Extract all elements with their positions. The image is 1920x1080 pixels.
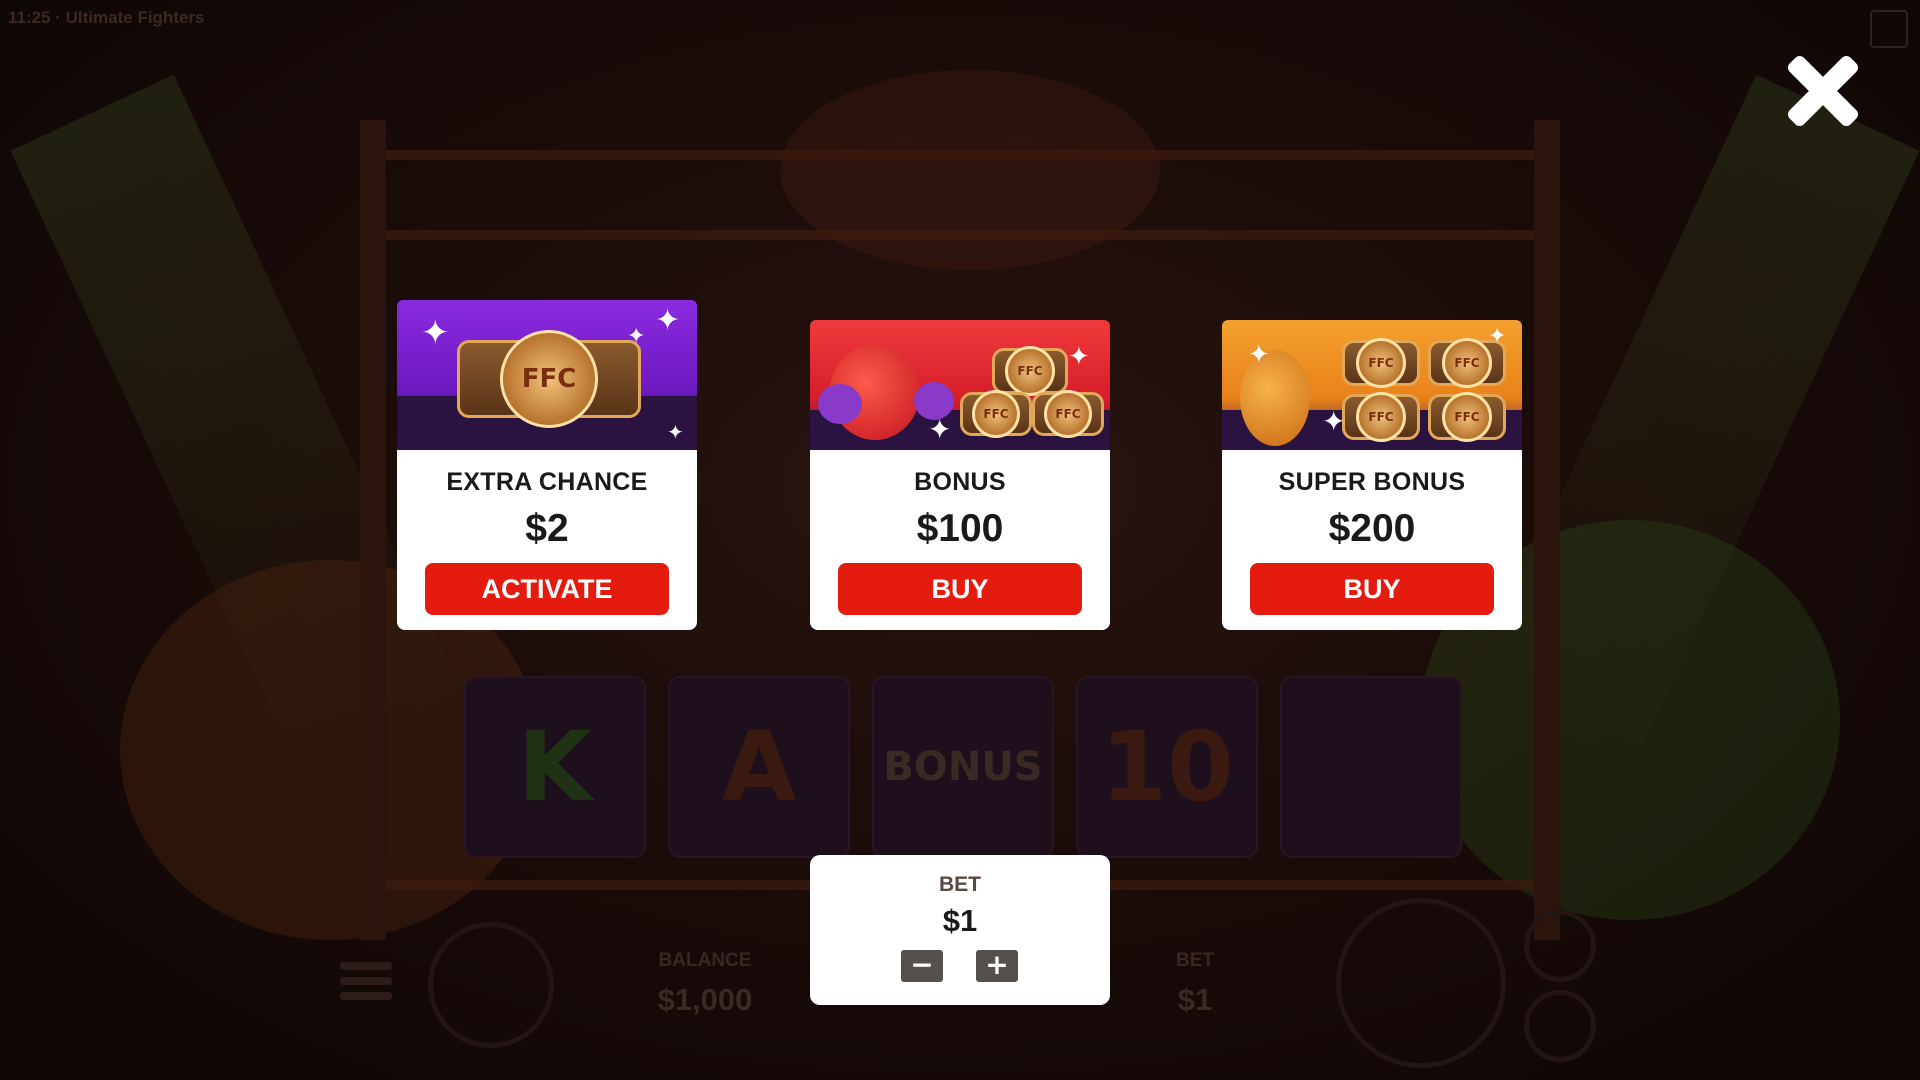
fullscreen-icon[interactable] — [1870, 10, 1908, 48]
offer-art: FFC FFC FFC FFC ✦ ✦ ✦ — [1222, 320, 1522, 450]
reel-symbol — [1280, 676, 1462, 858]
bet-value: $1 — [942, 903, 978, 938]
balance-value: $1,000 — [657, 982, 753, 1017]
belt-plate: FFC — [1044, 390, 1092, 438]
offer-card-bonus: FFC FFC FFC ✦ ✦ BONUS $100 BUY — [810, 320, 1110, 630]
turbo-icon[interactable] — [1524, 990, 1596, 1062]
bet-panel: BET $1 − + — [810, 855, 1110, 1005]
offer-name: EXTRA CHANCE — [446, 468, 648, 496]
championship-belt: FFC — [1342, 338, 1420, 388]
sparkle-icon: ✦ — [1068, 342, 1090, 372]
reel-symbol: 10 — [1076, 676, 1258, 858]
belt-plate: FFC — [1005, 346, 1055, 396]
sparkle-icon: ✦ — [1488, 324, 1507, 349]
activate-button[interactable]: ACTIVATE — [425, 563, 669, 615]
sparkle-icon: ✦ — [627, 324, 646, 349]
spin-button[interactable] — [1336, 898, 1506, 1068]
decrease-bet-button[interactable]: − — [901, 950, 943, 982]
ring-rope — [380, 230, 1540, 240]
balance-label: BALANCE — [658, 950, 752, 971]
championship-belt: FFC — [1428, 392, 1506, 442]
buy-bonus-button[interactable]: BUY — [838, 563, 1082, 615]
bet-label: BET — [939, 873, 981, 896]
belt-plate: FFC — [1442, 392, 1492, 442]
offer-card-super-bonus: FFC FFC FFC FFC ✦ ✦ ✦ SUPER BONUS $200 B… — [1222, 320, 1522, 630]
sparkle-icon: ✦ — [421, 313, 450, 353]
ring-post — [360, 120, 386, 940]
ring-post — [1534, 120, 1560, 940]
championship-belt: FFC — [1032, 390, 1104, 438]
belt-plate: FFC — [972, 390, 1020, 438]
bet-label-bg: BET — [1176, 950, 1214, 971]
championship-belt: FFC — [1342, 392, 1420, 442]
offer-art: FFC FFC FFC ✦ ✦ — [810, 320, 1110, 450]
bet-value-bg: $1 — [1177, 982, 1213, 1017]
belt-plate: FFC — [500, 330, 598, 428]
championship-belt: FFC — [992, 346, 1068, 396]
offer-art: FFC ✦ ✦ ✦ ✦ — [397, 300, 697, 450]
reel-symbol: K — [464, 676, 646, 858]
paint-splash — [780, 70, 1160, 270]
belt-plate: FFC — [1442, 338, 1492, 388]
autoplay-icon[interactable] — [1524, 910, 1596, 982]
window-title: 11:25 · Ultimate Fighters — [8, 8, 205, 27]
reel-symbol: BONUS — [872, 676, 1054, 858]
offer-card-extra-chance: FFC ✦ ✦ ✦ ✦ EXTRA CHANCE $2 ACTIVATE — [397, 300, 697, 630]
sparkle-icon: ✦ — [667, 420, 684, 444]
offer-name: SUPER BONUS — [1278, 468, 1466, 496]
offer-panel: EXTRA CHANCE $2 ACTIVATE — [397, 450, 697, 630]
championship-belt: FFC — [960, 390, 1032, 438]
offer-panel: BONUS $100 BUY — [810, 450, 1110, 630]
offer-panel: SUPER BONUS $200 BUY — [1222, 450, 1522, 630]
offer-price: $2 — [525, 507, 569, 550]
sparkle-icon: ✦ — [928, 413, 952, 446]
championship-belt: FFC — [457, 330, 641, 428]
sparkle-icon: ✦ — [1248, 340, 1270, 370]
sparkle-icon: ✦ — [1322, 405, 1346, 438]
sparkle-icon: ✦ — [655, 303, 681, 338]
logo-badge — [428, 922, 554, 1048]
close-button[interactable] — [1780, 48, 1866, 134]
increase-bet-button[interactable]: + — [976, 950, 1018, 982]
offer-price: $100 — [916, 507, 1004, 550]
boxing-glove-icon — [818, 384, 862, 424]
offer-price: $200 — [1328, 507, 1416, 550]
buy-super-bonus-button[interactable]: BUY — [1250, 563, 1494, 615]
ring-rope — [380, 150, 1540, 160]
belt-plate: FFC — [1356, 338, 1406, 388]
offer-name: BONUS — [914, 468, 1006, 496]
menu-icon[interactable] — [340, 962, 392, 1007]
reel-symbol: A — [668, 676, 850, 858]
belt-plate: FFC — [1356, 392, 1406, 442]
